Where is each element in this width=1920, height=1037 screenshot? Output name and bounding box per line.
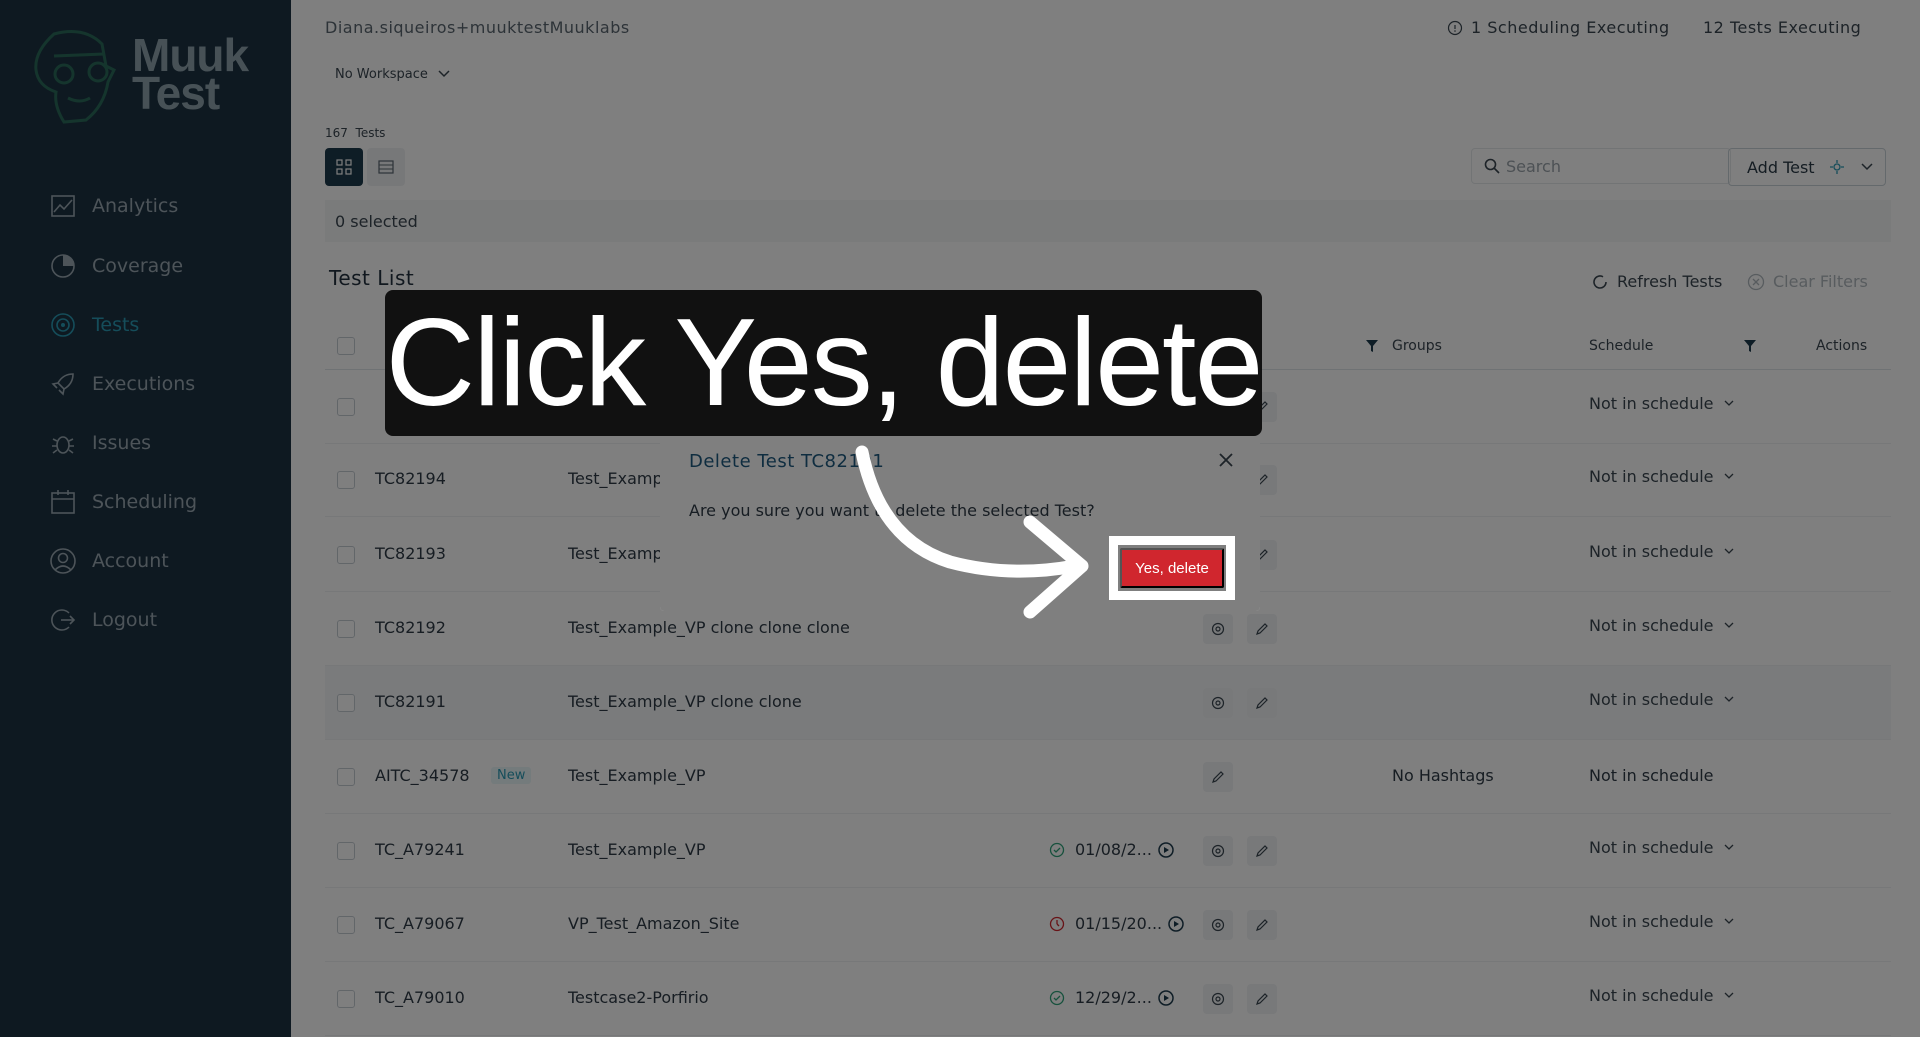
instruction-text: Click Yes, delete (385, 294, 1264, 432)
close-icon (1219, 453, 1233, 467)
instruction-banner: Click Yes, delete (385, 290, 1264, 436)
yes-delete-button[interactable]: Yes, delete (1120, 548, 1224, 588)
dialog-message: Are you sure you want to delete the sele… (689, 501, 1095, 520)
dialog-title: Delete Test TC82191 (689, 451, 885, 472)
close-button[interactable] (1213, 447, 1239, 473)
